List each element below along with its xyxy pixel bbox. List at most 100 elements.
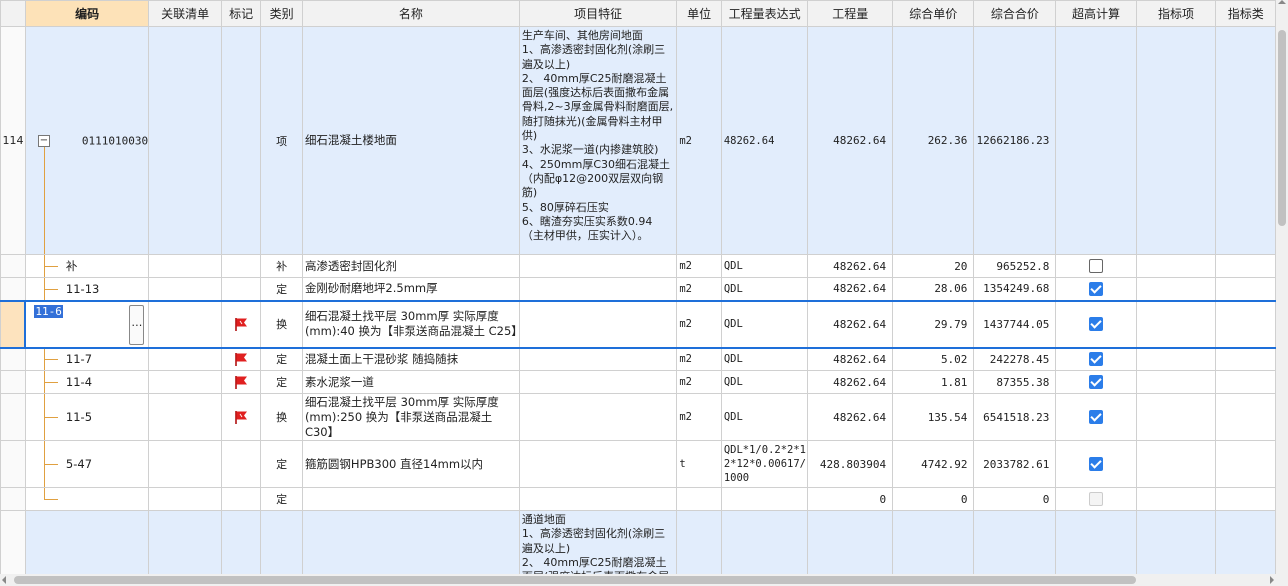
- price-cell[interactable]: 29.79: [892, 299, 975, 349]
- qty-cell[interactable]: 48262.64: [807, 277, 894, 301]
- idx1-cell[interactable]: [1135, 347, 1217, 371]
- col-header-code[interactable]: 编码: [24, 0, 150, 27]
- row-number[interactable]: [0, 487, 26, 511]
- row-number[interactable]: [0, 299, 26, 349]
- unit-cell[interactable]: m2: [676, 370, 722, 394]
- code-edit-input[interactable]: 11-6: [34, 304, 63, 318]
- over-cell[interactable]: [1055, 370, 1137, 394]
- mark-cell[interactable]: [220, 254, 262, 278]
- checkbox-checked-icon[interactable]: [1088, 410, 1103, 424]
- idx1-cell[interactable]: [1135, 277, 1217, 301]
- total-cell[interactable]: 12662186.23: [973, 26, 1057, 255]
- idx2-cell[interactable]: [1215, 393, 1276, 441]
- expr-cell[interactable]: QDL: [720, 393, 809, 441]
- over-cell[interactable]: [1055, 299, 1137, 349]
- horizontal-scroll-thumb[interactable]: [14, 576, 1136, 584]
- type-cell[interactable]: 定: [260, 487, 303, 511]
- col-header-qty[interactable]: 工程量: [807, 0, 894, 27]
- col-header-idx1[interactable]: 指标项: [1135, 0, 1217, 27]
- price-cell[interactable]: 135.54: [892, 393, 975, 441]
- linked-cell[interactable]: [148, 299, 222, 349]
- price-cell[interactable]: 5.02: [892, 347, 975, 371]
- feature-cell[interactable]: [518, 347, 678, 371]
- vertical-scroll-thumb[interactable]: [1278, 30, 1286, 226]
- unit-cell[interactable]: m2: [676, 393, 722, 441]
- mark-cell[interactable]: [220, 26, 262, 255]
- over-cell[interactable]: [1055, 487, 1137, 511]
- total-cell[interactable]: 0: [973, 487, 1057, 511]
- unit-cell[interactable]: m2: [676, 26, 722, 255]
- qty-cell[interactable]: 48262.64: [807, 26, 894, 255]
- mark-cell[interactable]: [220, 510, 262, 574]
- unit-cell[interactable]: [676, 510, 722, 574]
- over-cell[interactable]: [1055, 254, 1137, 278]
- scroll-right-icon[interactable]: [1270, 576, 1274, 584]
- unit-cell[interactable]: m2: [676, 277, 722, 301]
- qty-cell[interactable]: [807, 510, 894, 574]
- table-row-selected[interactable]: 11-6 … 换 细石混凝土找平层 30mm厚 实际厚度(mm):40 换为【非…: [0, 299, 1276, 349]
- type-cell[interactable]: 换: [260, 393, 303, 441]
- name-cell[interactable]: 细石混凝土楼地面: [301, 26, 520, 255]
- table-row[interactable]: 11-7 定 混凝土面上干混砂浆 随捣随抹 m2 QDL 48262.64 5.…: [0, 347, 1276, 371]
- total-cell[interactable]: 1437744.05: [973, 299, 1057, 349]
- qty-cell[interactable]: 0: [807, 487, 894, 511]
- unit-cell[interactable]: t: [676, 440, 722, 488]
- table-row[interactable]: 通道地面 1、高渗透密封固化剂(涂刷三遍及以上) 2、 40mm厚C25耐磨混凝…: [0, 510, 1276, 574]
- qty-cell[interactable]: 428.803904: [807, 440, 894, 488]
- table-row[interactable]: 定 0 0 0: [0, 487, 1276, 511]
- code-cell[interactable]: [24, 510, 150, 574]
- idx2-cell[interactable]: [1215, 299, 1276, 349]
- col-header-linked[interactable]: 关联清单: [148, 0, 222, 27]
- expr-cell[interactable]: [720, 487, 809, 511]
- mark-cell[interactable]: [220, 487, 262, 511]
- name-cell[interactable]: [301, 510, 520, 574]
- feature-cell[interactable]: [518, 370, 678, 394]
- over-cell[interactable]: [1055, 440, 1137, 488]
- feature-cell[interactable]: 通道地面 1、高渗透密封固化剂(涂刷三遍及以上) 2、 40mm厚C25耐磨混凝…: [518, 510, 678, 574]
- linked-cell[interactable]: [148, 26, 222, 255]
- col-header-name[interactable]: 名称: [301, 0, 520, 27]
- linked-cell[interactable]: [148, 277, 222, 301]
- idx2-cell[interactable]: [1215, 254, 1276, 278]
- name-cell[interactable]: 混凝土面上干混砂浆 随捣随抹: [301, 347, 520, 371]
- mark-cell[interactable]: [220, 347, 262, 371]
- feature-cell[interactable]: [518, 277, 678, 301]
- idx2-cell[interactable]: [1215, 370, 1276, 394]
- checkbox-unchecked-icon[interactable]: [1088, 259, 1103, 273]
- mark-cell[interactable]: [220, 370, 262, 394]
- expr-cell[interactable]: QDL: [720, 370, 809, 394]
- row-number[interactable]: [0, 277, 26, 301]
- scroll-up-icon[interactable]: [1278, 0, 1286, 4]
- vertical-scrollbar[interactable]: [1276, 0, 1288, 574]
- row-number[interactable]: [0, 510, 26, 574]
- checkbox-checked-icon[interactable]: [1088, 375, 1103, 389]
- table-row[interactable]: 5-47 定 箍筋圆钢HPB300 直径14mm以内 t QDL*1/0.2*2…: [0, 440, 1276, 488]
- idx1-cell[interactable]: [1135, 487, 1217, 511]
- row-number[interactable]: [0, 370, 26, 394]
- total-cell[interactable]: 6541518.23: [973, 393, 1057, 441]
- linked-cell[interactable]: [148, 254, 222, 278]
- linked-cell[interactable]: [148, 370, 222, 394]
- code-cell[interactable]: 11-4: [24, 370, 150, 394]
- name-cell[interactable]: [301, 487, 520, 511]
- idx1-cell[interactable]: [1135, 440, 1217, 488]
- row-number[interactable]: 114: [0, 26, 26, 255]
- over-cell[interactable]: [1055, 347, 1137, 371]
- linked-cell[interactable]: [148, 347, 222, 371]
- name-cell[interactable]: 素水泥浆一道: [301, 370, 520, 394]
- qty-cell[interactable]: 48262.64: [807, 347, 894, 371]
- code-cell[interactable]: 11-7: [24, 347, 150, 371]
- row-number[interactable]: [0, 393, 26, 441]
- horizontal-scrollbar[interactable]: [0, 574, 1288, 586]
- col-header-unit[interactable]: 单位: [676, 0, 722, 27]
- feature-cell[interactable]: [518, 440, 678, 488]
- type-cell[interactable]: 换: [260, 299, 303, 349]
- qty-cell[interactable]: 48262.64: [807, 393, 894, 441]
- col-header-feature[interactable]: 项目特征: [518, 0, 678, 27]
- total-cell[interactable]: 87355.38: [973, 370, 1057, 394]
- price-cell[interactable]: 262.36: [892, 26, 975, 255]
- expr-cell[interactable]: QDL: [720, 277, 809, 301]
- price-cell[interactable]: 0: [892, 487, 975, 511]
- col-header-expr[interactable]: 工程量表达式: [720, 0, 809, 27]
- idx1-cell[interactable]: [1135, 370, 1217, 394]
